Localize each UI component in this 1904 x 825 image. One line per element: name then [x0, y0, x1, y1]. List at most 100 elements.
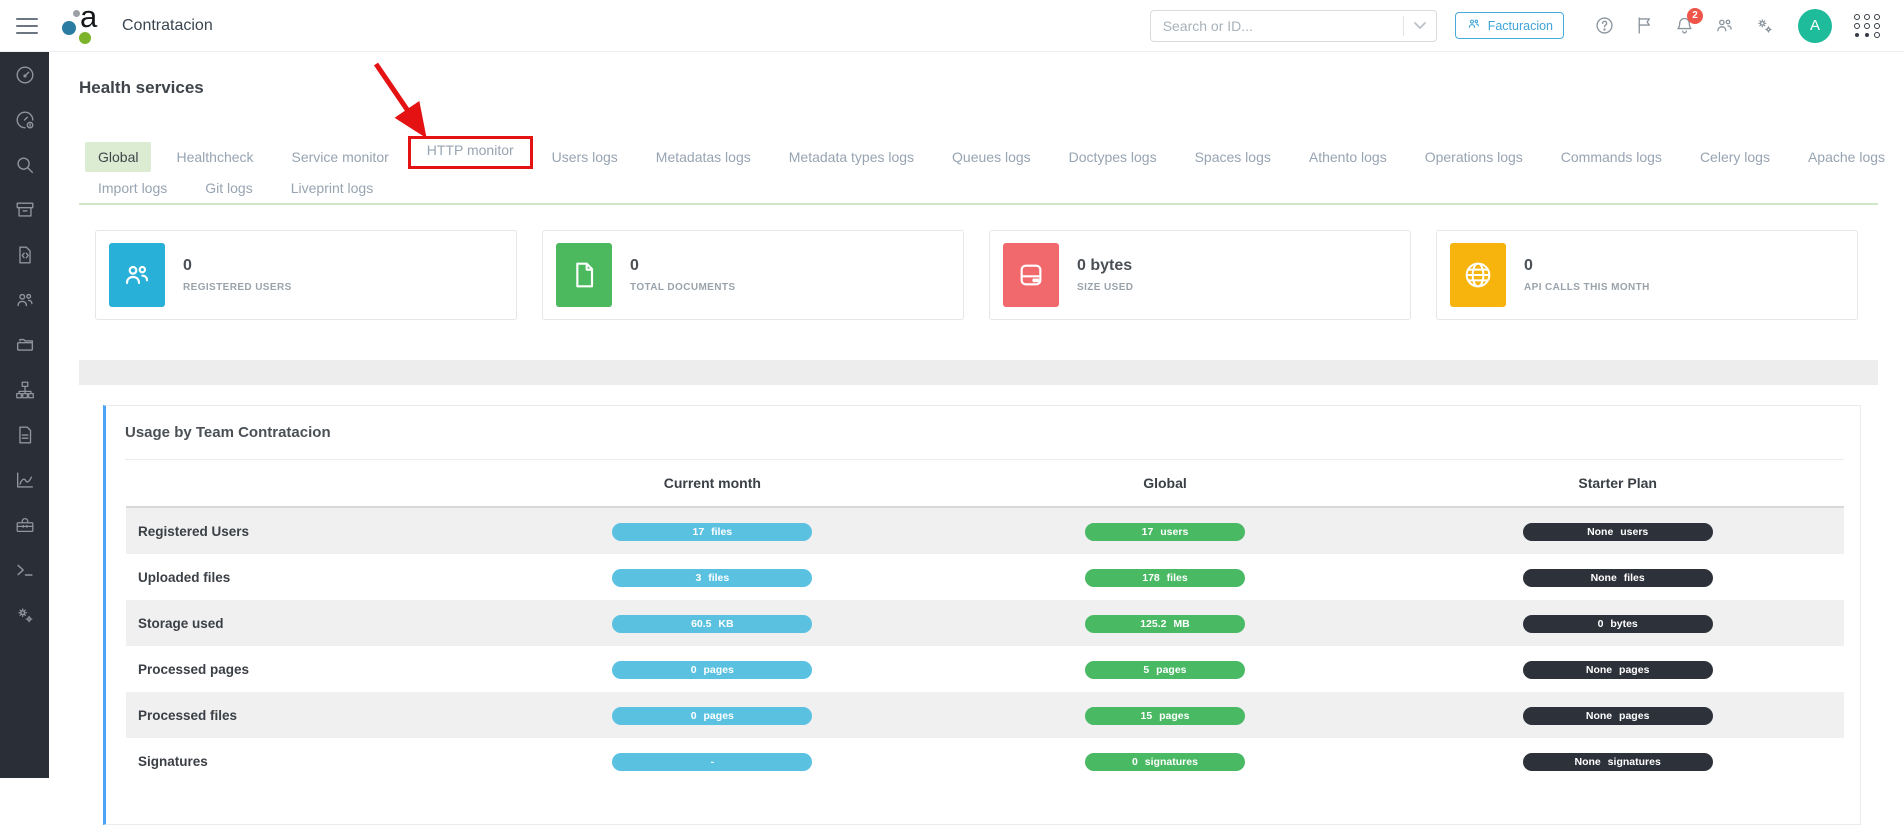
toolbox-icon[interactable] — [14, 514, 36, 536]
facturacion-button[interactable]: Facturacion — [1455, 12, 1564, 39]
value-pill: 0 pages — [612, 661, 812, 679]
stat-value: 0 — [1524, 257, 1650, 275]
value-pill: None pages — [1523, 661, 1713, 679]
team-icon[interactable] — [14, 289, 36, 311]
tab-global[interactable]: Global — [85, 142, 151, 172]
row-label: Processed files — [126, 708, 486, 723]
tab-queues-logs[interactable]: Queues logs — [939, 142, 1044, 172]
row-label: Processed pages — [126, 662, 486, 677]
table-row: Processed files 0 pages 15 pages None pa… — [126, 692, 1844, 738]
tab-healthcheck[interactable]: Healthcheck — [163, 142, 266, 172]
stat-card-registered-users: 0 REGISTERED USERS — [95, 230, 517, 320]
tab-commands-logs[interactable]: Commands logs — [1548, 142, 1675, 172]
apps-grid-icon[interactable] — [1854, 14, 1880, 38]
tab-apache-logs[interactable]: Apache logs — [1795, 142, 1898, 172]
stat-card-total-documents: 0 TOTAL DOCUMENTS — [542, 230, 964, 320]
usage-panel-title: Usage by Team Contratacion — [106, 406, 1860, 443]
document-icon[interactable] — [14, 424, 36, 446]
value-pill: None users — [1523, 523, 1713, 541]
avatar[interactable]: A — [1798, 9, 1832, 43]
hamburger-menu-icon[interactable] — [16, 18, 38, 34]
sitemap-icon[interactable] — [14, 379, 36, 401]
terminal-icon[interactable] — [14, 559, 36, 581]
top-header: a Contratacion Facturacion — [0, 0, 1904, 52]
team-icon — [1466, 16, 1482, 35]
value-pill: None pages — [1523, 707, 1713, 725]
archive-icon[interactable] — [14, 199, 36, 221]
bell-icon[interactable]: 2 — [1672, 14, 1696, 38]
tab-service-monitor[interactable]: Service monitor — [279, 142, 402, 172]
document-icon — [556, 243, 612, 307]
gears-icon[interactable] — [1752, 14, 1776, 38]
tab-athento-logs[interactable]: Athento logs — [1296, 142, 1400, 172]
stat-label: API CALLS THIS MONTH — [1524, 282, 1650, 293]
logo-dot-blue — [62, 21, 76, 35]
tab-users-logs[interactable]: Users logs — [539, 142, 631, 172]
tab-spaces-logs[interactable]: Spaces logs — [1182, 142, 1284, 172]
tabs: Global Healthcheck Service monitor HTTP … — [79, 142, 1878, 205]
file-code-icon[interactable] — [14, 244, 36, 266]
chevron-down-icon[interactable] — [1404, 22, 1436, 30]
app-title: Contratacion — [122, 17, 213, 35]
stat-value: 0 — [183, 257, 292, 275]
tab-doctypes-logs[interactable]: Doctypes logs — [1056, 142, 1170, 172]
stat-card-api-calls: 0 API CALLS THIS MONTH — [1436, 230, 1858, 320]
tabs-row-2: Import logs Git logs Liveprint logs — [85, 173, 1878, 203]
stat-label: TOTAL DOCUMENTS — [630, 282, 735, 293]
stat-cards: 0 REGISTERED USERS 0 TOTAL DOCUMENTS — [95, 230, 1858, 320]
tab-metadata-types-logs[interactable]: Metadata types logs — [776, 142, 927, 172]
page-title: Health services — [79, 78, 1878, 98]
tab-import-logs[interactable]: Import logs — [85, 173, 180, 203]
folders-icon[interactable] — [14, 334, 36, 356]
help-icon[interactable] — [1592, 14, 1616, 38]
value-pill: 178 files — [1085, 569, 1245, 587]
logo-dot-gray — [73, 10, 80, 17]
value-pill: None files — [1523, 569, 1713, 587]
stat-label: SIZE USED — [1077, 282, 1133, 293]
tab-git-logs[interactable]: Git logs — [192, 173, 265, 203]
value-pill: 0 bytes — [1523, 615, 1713, 633]
storage-icon — [1003, 243, 1059, 307]
value-pill: - — [612, 753, 812, 771]
row-label: Signatures — [126, 754, 486, 769]
stat-value: 0 bytes — [1077, 257, 1133, 275]
tabs-row-1: Global Healthcheck Service monitor HTTP … — [85, 142, 1878, 172]
team-icon[interactable] — [1712, 14, 1736, 38]
value-pill: None signatures — [1523, 753, 1713, 771]
column-header-current-month: Current month — [486, 475, 939, 491]
value-pill: 0 signatures — [1085, 753, 1245, 771]
usage-table-header: Current month Global Starter Plan — [126, 460, 1844, 508]
value-pill: 3 files — [612, 569, 812, 587]
usage-table-body: Registered Users 17 files 17 users None … — [106, 508, 1860, 784]
chart-icon[interactable] — [14, 469, 36, 491]
search-input[interactable] — [1151, 18, 1403, 34]
collapsed-panel-bar — [79, 360, 1878, 385]
column-header-starter-plan: Starter Plan — [1391, 475, 1844, 491]
tab-celery-logs[interactable]: Celery logs — [1687, 142, 1783, 172]
tab-operations-logs[interactable]: Operations logs — [1412, 142, 1536, 172]
tab-metadatas-logs[interactable]: Metadatas logs — [643, 142, 764, 172]
stat-value: 0 — [630, 257, 735, 275]
value-pill: 17 files — [612, 523, 812, 541]
value-pill: 5 pages — [1085, 661, 1245, 679]
stat-card-size-used: 0 bytes SIZE USED — [989, 230, 1411, 320]
usage-panel: Usage by Team Contratacion Current month… — [103, 405, 1861, 825]
search-box — [1150, 10, 1437, 42]
tab-http-monitor[interactable]: HTTP monitor — [414, 135, 527, 165]
table-row: Storage used 60.5 KB 125.2 MB 0 bytes — [126, 600, 1844, 646]
logo-letter: a — [80, 0, 97, 35]
globe-icon — [1450, 243, 1506, 307]
value-pill: 15 pages — [1085, 707, 1245, 725]
annotation-arrow — [366, 58, 438, 142]
search-icon[interactable] — [14, 154, 36, 176]
flag-icon[interactable] — [1632, 14, 1656, 38]
services-icon[interactable] — [14, 604, 36, 626]
athento-logo: a — [58, 3, 104, 49]
tab-liveprint-logs[interactable]: Liveprint logs — [278, 173, 387, 203]
left-sidebar — [0, 52, 49, 778]
value-pill: 60.5 KB — [612, 615, 812, 633]
row-label: Storage used — [126, 616, 486, 631]
table-row: Signatures - 0 signatures None signature… — [126, 738, 1844, 784]
performance-gauge-icon[interactable] — [14, 109, 36, 131]
dashboard-icon[interactable] — [14, 64, 36, 86]
